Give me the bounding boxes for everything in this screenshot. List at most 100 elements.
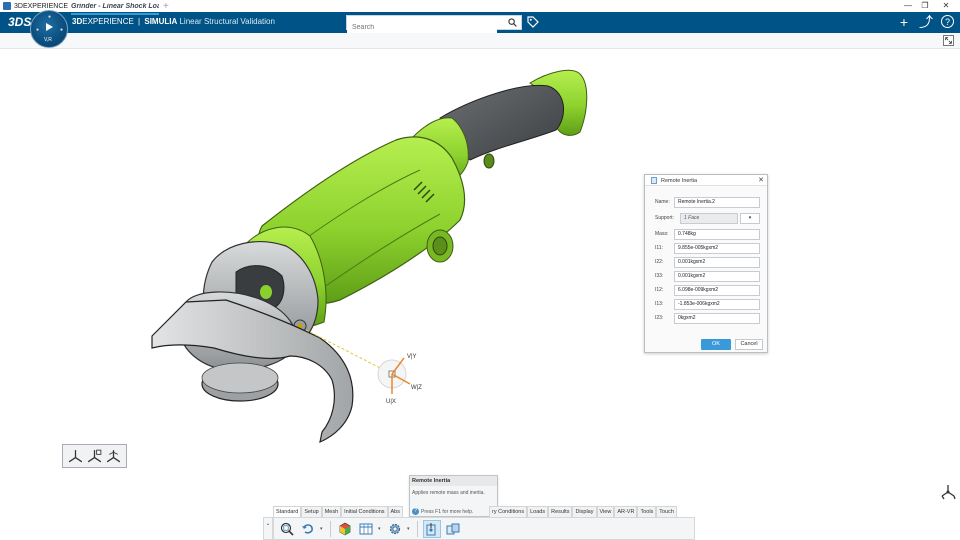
share-icon[interactable]: ⤴ — [919, 15, 933, 29]
brand-prefix: 3D — [72, 17, 83, 26]
tab-initial-conditions[interactable]: Initial Conditions — [341, 506, 388, 517]
compass-play-icon[interactable] — [46, 23, 53, 31]
action-bar-tools: ▾ ▾ ▾ — [273, 517, 695, 540]
triad-u-label: U|X — [386, 399, 396, 405]
compass-widget[interactable]: ● ● ● V,R — [30, 10, 68, 48]
i12-label: I12: — [655, 287, 664, 293]
tab-ar-vr[interactable]: AR-VR — [614, 506, 638, 517]
close-button[interactable]: ✕ — [935, 0, 957, 12]
support-field[interactable]: 1 Face — [680, 213, 738, 224]
app-top-bar: 3DS 3DEXPERIENCE | SIMULIA Linear Struct… — [0, 12, 960, 34]
3d-viewport[interactable]: V|Y W|Z U|X — [0, 49, 960, 540]
dialog-row-i33: I33: 0.001kgxm2 — [645, 271, 767, 282]
i23-field[interactable]: 0kgxm2 — [674, 313, 760, 324]
help-icon[interactable]: ? — [941, 15, 954, 28]
dialog-title: Remote Inertia — [661, 178, 698, 184]
remote-mass-tool[interactable] — [444, 520, 462, 538]
tab-mesh[interactable]: Mesh — [321, 506, 342, 517]
table-dropdown-icon[interactable]: ▾ — [378, 526, 383, 532]
i33-field[interactable]: 0.001kgxm2 — [674, 271, 760, 282]
restore-button[interactable]: ❐ — [914, 0, 936, 12]
i22-field[interactable]: 0.001kgxm2 — [674, 257, 760, 268]
table-icon — [359, 523, 373, 534]
zoom-fit-icon — [280, 522, 294, 536]
support-label: Support: — [655, 215, 674, 221]
dialog-row-support: Support: 1 Face ▾ — [645, 213, 767, 224]
dialog-title-bar[interactable]: Remote Inertia ✕ — [645, 175, 767, 186]
action-bar-collapse[interactable]: ⌄ — [263, 517, 273, 540]
tab-touch[interactable]: Touch — [656, 506, 677, 517]
dialog-row-i13: I13: -1.853e-006kgxm2 — [645, 299, 767, 310]
i11-label: I11: — [655, 245, 663, 251]
axis-orientation-icon[interactable] — [105, 448, 122, 465]
i13-field[interactable]: -1.853e-006kgxm2 — [674, 299, 760, 310]
name-label: Name: — [655, 199, 670, 205]
compass-north-tick: ● — [48, 14, 52, 20]
i23-label: I23: — [655, 315, 664, 321]
tooltip-description: Applies remote mass and inertia. — [412, 490, 485, 496]
undo-dropdown-icon[interactable]: ▾ — [320, 526, 325, 532]
search-box — [346, 15, 522, 34]
tab-view[interactable]: View — [596, 506, 615, 517]
add-tab-button[interactable]: + — [163, 1, 169, 12]
undo-tool[interactable] — [299, 520, 317, 538]
add-icon[interactable]: + — [897, 15, 911, 29]
material-icon — [339, 522, 351, 535]
side-handle-hole — [432, 236, 448, 256]
tab-grinder-linear-shock[interactable]: Grinder - Linear Shock Loa — [71, 3, 159, 10]
axis-frame-icon[interactable] — [86, 448, 103, 465]
brand-company: SIMULIA — [144, 17, 178, 26]
settings-dropdown-icon[interactable]: ▾ — [407, 526, 412, 532]
remote-inertia-tool[interactable] — [423, 519, 441, 538]
tab-boundary-conditions[interactable]: ry Conditions — [489, 506, 528, 517]
triad-w-label: W|Z — [411, 385, 422, 391]
dialog-row-name: Name: Remote Inertia.2 — [645, 197, 767, 208]
cancel-button[interactable]: Cancel — [735, 339, 763, 350]
compass-west-tick: ● — [36, 27, 40, 33]
name-field[interactable]: Remote Inertia.2 — [674, 197, 760, 208]
settings-tool[interactable] — [386, 520, 404, 538]
action-bar-tabs: Standard Setup Mesh Initial Conditions A… — [273, 506, 677, 517]
settings-gear-icon — [389, 523, 401, 534]
toolbar-separator-2 — [417, 520, 418, 537]
i12-field[interactable]: 6.098e-009kgxm2 — [674, 285, 760, 296]
tab-loads[interactable]: Loads — [527, 506, 549, 517]
i11-field[interactable]: 9.855e-005kgxm2 — [674, 243, 760, 254]
dialog-close-icon[interactable]: ✕ — [758, 176, 764, 184]
tab-setup[interactable]: Setup — [301, 506, 322, 517]
brand-separator: | — [138, 17, 141, 26]
remote-point-triad[interactable]: V|Y W|Z U|X — [377, 354, 422, 405]
search-icon[interactable] — [508, 18, 517, 27]
fullscreen-icon[interactable] — [943, 35, 954, 46]
brand-title: 3DEXPERIENCE | SIMULIA Linear Structural… — [72, 17, 275, 26]
mass-label: Mass: — [655, 231, 669, 237]
tab-display[interactable]: Display — [572, 506, 597, 517]
axis-triad-icon[interactable] — [67, 448, 84, 465]
view-orientation-icon[interactable] — [938, 482, 958, 502]
brand-main: EXPERIENCE — [82, 17, 134, 26]
support-selector[interactable]: ▾ — [740, 213, 760, 224]
ok-button[interactable]: OK — [701, 339, 731, 350]
tab-standard[interactable]: Standard — [273, 506, 302, 517]
mass-field[interactable]: 0.748kg — [674, 229, 760, 240]
support-select-icon: ▾ — [748, 215, 752, 221]
undo-icon — [302, 523, 313, 534]
tab-abs[interactable]: Abs — [387, 506, 403, 517]
top-right-actions: + ⤴ ? — [897, 15, 954, 29]
remote-mass-icon — [446, 523, 460, 534]
compass-label: V,R — [44, 37, 52, 43]
app-window: 3DEXPERIENCE — ❐ ✕ 3DS 3DEXPERIENCE | SI… — [0, 0, 960, 540]
collar-button — [483, 153, 495, 169]
compass-east-tick: ● — [60, 27, 64, 33]
material-tool[interactable] — [336, 520, 354, 538]
zoom-fit-tool[interactable] — [278, 520, 296, 538]
tag-icon[interactable] — [527, 16, 539, 28]
axis-toolbar — [62, 444, 127, 468]
ds-logo[interactable]: 3DS — [8, 15, 31, 29]
table-tool[interactable] — [357, 520, 375, 538]
tab-results[interactable]: Results — [548, 506, 573, 517]
tab-tools[interactable]: Tools — [637, 506, 657, 517]
app-name: Linear Structural Validation — [179, 17, 275, 26]
dialog-row-mass: Mass: 0.748kg — [645, 229, 767, 240]
grinder-model[interactable] — [151, 69, 588, 444]
